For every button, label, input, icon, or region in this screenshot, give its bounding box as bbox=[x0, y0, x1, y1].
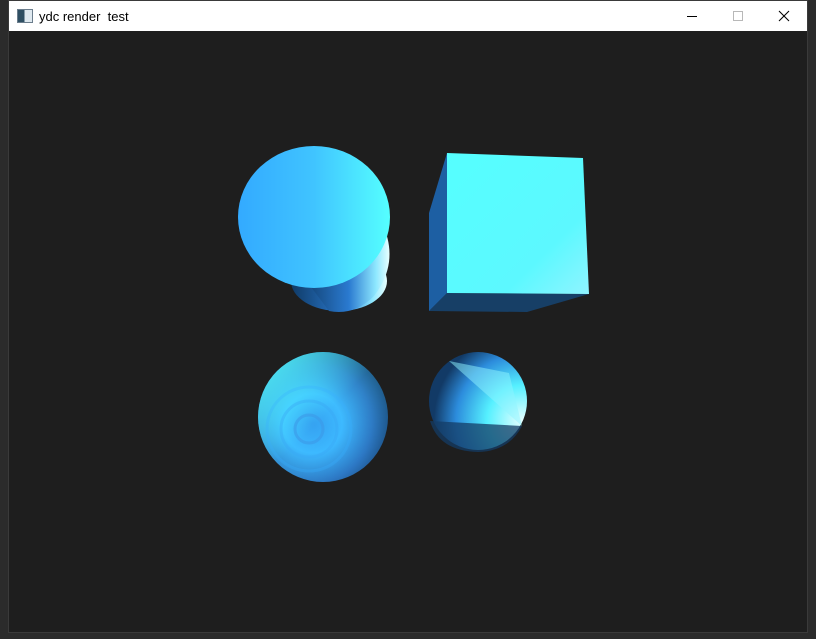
render-window: ydc render test bbox=[8, 0, 808, 633]
close-button[interactable] bbox=[761, 1, 807, 31]
window-title: ydc render test bbox=[39, 8, 129, 24]
app-window-icon bbox=[17, 9, 33, 23]
cone-object bbox=[429, 352, 527, 452]
sphere-object bbox=[258, 352, 388, 482]
caption-buttons bbox=[669, 1, 807, 31]
title-bar[interactable]: ydc render test bbox=[9, 1, 807, 31]
minimize-button[interactable] bbox=[669, 1, 715, 31]
cube-object bbox=[429, 153, 589, 312]
maximize-icon bbox=[733, 11, 743, 21]
close-icon bbox=[778, 10, 790, 22]
cylinder-object bbox=[238, 146, 390, 312]
maximize-button[interactable] bbox=[715, 1, 761, 31]
minimize-icon bbox=[687, 16, 697, 17]
scene-canvas bbox=[238, 146, 589, 482]
render-viewport[interactable] bbox=[9, 31, 807, 632]
